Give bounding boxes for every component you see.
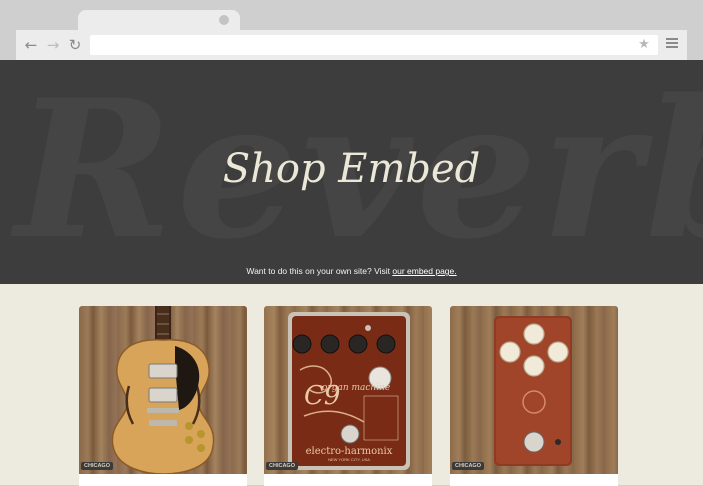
subtitle-text: Want to do this on your own site? Visit <box>246 266 393 276</box>
amp-pedal-photo[interactable]: CHICAGO <box>450 306 618 474</box>
product-card[interactable]: C9 organ machine electro-harmonix NEW YO… <box>264 306 432 486</box>
back-arrow-icon[interactable]: ← <box>23 37 39 53</box>
url-input[interactable] <box>90 35 658 55</box>
product-grid: CHICAGO C9 organ machine electro-harmoni… <box>0 284 703 486</box>
pedal-sub-text: organ machine <box>322 383 390 393</box>
page-title: Shop Embed <box>222 146 481 192</box>
store-stamp: CHICAGO <box>266 462 298 470</box>
tab-dot <box>219 15 229 25</box>
store-stamp: CHICAGO <box>81 462 113 470</box>
pedal-brand-text: electro-harmonix <box>306 446 393 457</box>
hero-banner: Reverb Shop Embed Want to do this on you… <box>0 60 703 284</box>
store-stamp: CHICAGO <box>452 462 484 470</box>
pedal-city-text: NEW YORK CITY, USA <box>328 457 370 462</box>
reload-icon[interactable]: ↻ <box>67 37 83 53</box>
hamburger-menu-icon[interactable] <box>666 38 678 50</box>
product-card[interactable]: CHICAGO <box>79 306 247 486</box>
pedal-photo[interactable]: C9 organ machine electro-harmonix NEW YO… <box>264 306 432 474</box>
star-icon[interactable]: ★ <box>636 36 652 52</box>
guitar-photo[interactable]: CHICAGO <box>79 306 247 474</box>
embed-page-link[interactable]: our embed page. <box>392 266 456 276</box>
forward-arrow-icon[interactable]: → <box>45 37 61 53</box>
hero-subtitle: Want to do this on your own site? Visit … <box>0 266 703 276</box>
product-card[interactable]: CHICAGO <box>450 306 618 486</box>
